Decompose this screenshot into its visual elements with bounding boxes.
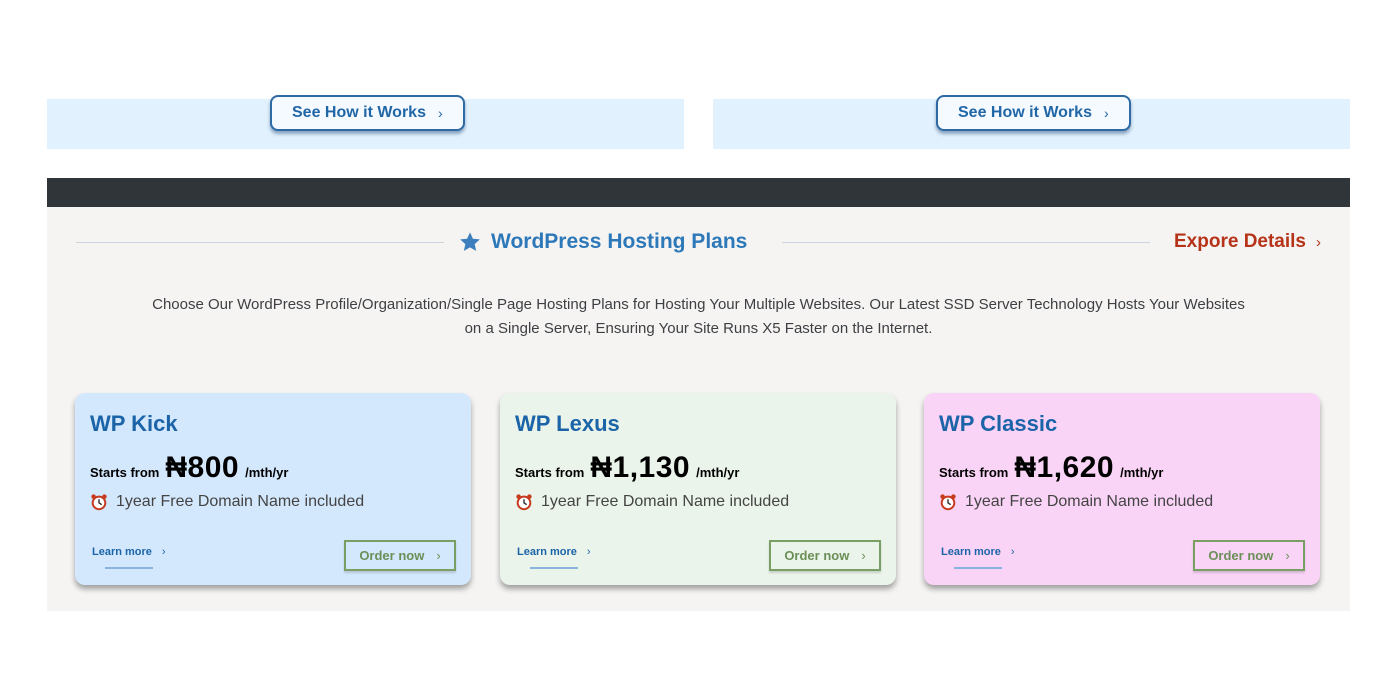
see-how-it-works-label: See How it Works	[292, 104, 426, 121]
section-title: WordPress Hosting Plans	[459, 227, 747, 257]
learn-more-link[interactable]: Learn more ›	[517, 546, 591, 558]
learn-more-label: Learn more	[517, 546, 577, 558]
dark-divider-bar	[47, 178, 1350, 207]
alarm-clock-icon	[516, 494, 532, 511]
order-now-label: Order now	[1208, 548, 1274, 563]
plan-card-wp-lexus: WP Lexus Starts from ₦1,130 /mth/yr 1yea…	[500, 393, 896, 585]
chevron-right-icon: ›	[437, 105, 443, 121]
chevron-right-icon: ›	[1103, 105, 1109, 121]
domain-feature: 1year Free Domain Name included	[90, 493, 456, 511]
chevron-right-icon: ›	[436, 548, 441, 563]
plan-price: ₦1,620	[1014, 451, 1115, 484]
alarm-clock-icon	[91, 494, 107, 511]
domain-feature: 1year Free Domain Name included	[515, 493, 881, 511]
chevron-right-icon: ›	[1285, 548, 1290, 563]
learn-more-underline	[954, 567, 1002, 569]
chevron-right-icon: ›	[586, 546, 591, 558]
section-title-text: WordPress Hosting Plans	[491, 230, 748, 253]
see-how-it-works-label: See How it Works	[958, 104, 1092, 121]
learn-more-label: Learn more	[92, 546, 152, 558]
order-now-label: Order now	[359, 548, 425, 563]
section-description: Choose Our WordPress Profile/Organizatio…	[152, 296, 1245, 337]
learn-more-underline	[530, 567, 578, 569]
explore-details-link[interactable]: Expore Details ›	[1174, 227, 1321, 257]
plan-card-wp-classic: WP Classic Starts from ₦1,620 /mth/yr 1y…	[924, 393, 1320, 585]
plan-name: WP Lexus	[515, 411, 620, 436]
starts-from-label: Starts from	[90, 465, 160, 480]
domain-feature-text: 1year Free Domain Name included	[965, 493, 1214, 510]
section-heading-row: WordPress Hosting Plans Expore Details ›	[76, 227, 1321, 257]
wordpress-plans-section: WordPress Hosting Plans Expore Details ›…	[47, 207, 1350, 611]
chevron-right-icon: ›	[861, 548, 866, 563]
starts-from-label: Starts from	[515, 465, 585, 480]
plan-card-wp-kick: WP Kick Starts from ₦800 /mth/yr 1year F…	[75, 393, 471, 585]
plan-name: WP Classic	[939, 411, 1058, 436]
top-panel-right: See How it Works ›	[713, 95, 1350, 149]
price-row: Starts from ₦1,130 /mth/yr	[515, 451, 881, 485]
chevron-right-icon: ›	[1010, 546, 1015, 558]
price-period: /mth/yr	[696, 465, 740, 480]
price-row: Starts from ₦800 /mth/yr	[90, 451, 456, 485]
starts-from-label: Starts from	[939, 465, 1009, 480]
heading-rule-left	[76, 242, 444, 243]
domain-feature: 1year Free Domain Name included	[939, 493, 1305, 511]
chevron-right-icon: ›	[161, 546, 166, 558]
heading-rule-right	[782, 242, 1150, 243]
learn-more-label: Learn more	[941, 546, 1001, 558]
price-row: Starts from ₦1,620 /mth/yr	[939, 451, 1305, 485]
order-now-button[interactable]: Order now ›	[1193, 540, 1305, 571]
see-how-it-works-button[interactable]: See How it Works ›	[936, 95, 1131, 131]
domain-feature-text: 1year Free Domain Name included	[541, 493, 790, 510]
domain-feature-text: 1year Free Domain Name included	[116, 493, 365, 510]
explore-details-label: Expore Details	[1174, 231, 1306, 252]
price-period: /mth/yr	[245, 465, 289, 480]
plan-price: ₦800	[165, 451, 240, 484]
plan-price: ₦1,130	[590, 451, 691, 484]
price-period: /mth/yr	[1120, 465, 1164, 480]
learn-more-link[interactable]: Learn more ›	[92, 546, 166, 558]
alarm-clock-icon	[940, 494, 956, 511]
star-icon	[460, 232, 480, 251]
chevron-right-icon: ›	[1316, 233, 1321, 251]
order-now-button[interactable]: Order now ›	[344, 540, 456, 571]
learn-more-link[interactable]: Learn more ›	[941, 546, 1015, 558]
learn-more-underline	[105, 567, 153, 569]
plan-name: WP Kick	[90, 411, 178, 436]
top-panel-left: See How it Works ›	[47, 95, 684, 149]
see-how-it-works-button[interactable]: See How it Works ›	[270, 95, 465, 131]
order-now-label: Order now	[784, 548, 850, 563]
order-now-button[interactable]: Order now ›	[769, 540, 881, 571]
